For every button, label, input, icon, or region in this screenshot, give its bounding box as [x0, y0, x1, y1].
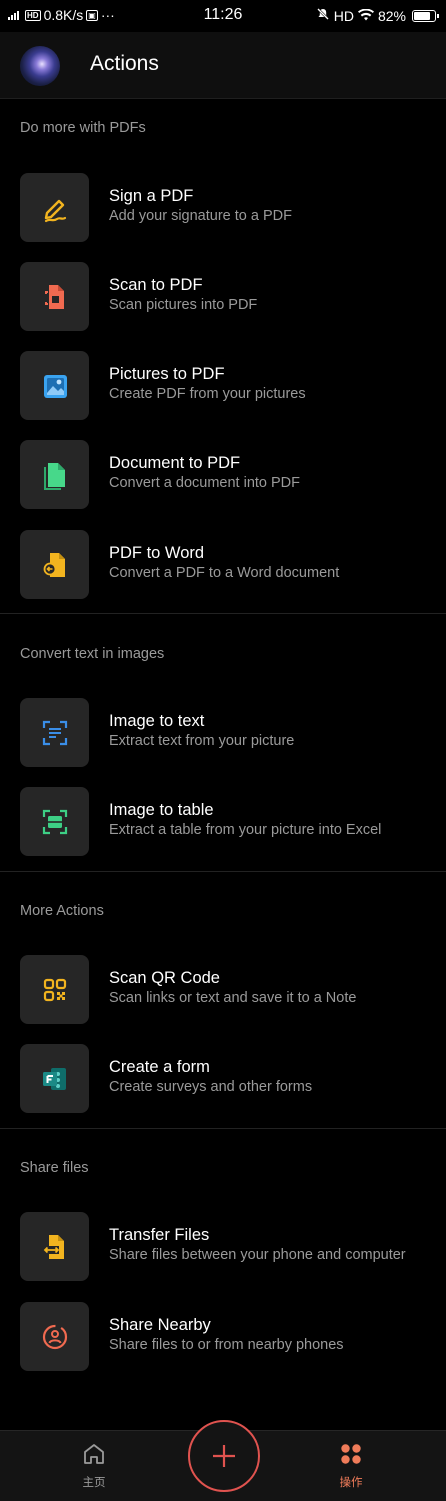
create-form-button[interactable]: Create a form Create surveys and other f…: [0, 1044, 446, 1114]
pdf-to-word-button[interactable]: PDF to Word Convert a PDF to a Word docu…: [0, 530, 446, 600]
icon-tile: [20, 1212, 89, 1281]
icon-tile: [20, 262, 89, 331]
item-subtitle: Share files to or from nearby phones: [109, 1337, 344, 1353]
qr-code-icon: [43, 978, 66, 1001]
item-subtitle: Convert a PDF to a Word document: [109, 565, 340, 581]
section-divider: [0, 1128, 446, 1129]
item-title: Pictures to PDF: [109, 365, 225, 383]
document-icon: [43, 462, 65, 490]
icon-tile: [20, 787, 89, 856]
nav-home-label: 主页: [82, 1477, 106, 1489]
picture-icon: [43, 374, 67, 398]
icon-tile: [20, 1044, 89, 1113]
section-label-more-actions: More Actions: [20, 903, 104, 919]
share-nearby-icon: [42, 1324, 67, 1349]
image-table-scan-icon: [42, 809, 67, 834]
item-title: Transfer Files: [109, 1226, 210, 1244]
create-fab-button[interactable]: [188, 1420, 260, 1492]
item-title: Scan to PDF: [109, 276, 203, 294]
item-subtitle: Add your signature to a PDF: [109, 208, 292, 224]
item-subtitle: Extract text from your picture: [109, 733, 295, 749]
item-subtitle: Extract a table from your picture into E…: [109, 822, 382, 838]
item-title: Share Nearby: [109, 1316, 211, 1334]
transfer-files-icon: [43, 1234, 64, 1259]
pictures-to-pdf-button[interactable]: Pictures to PDF Create PDF from your pic…: [0, 351, 446, 421]
item-subtitle: Share files between your phone and compu…: [109, 1247, 406, 1263]
section-label-share-files: Share files: [20, 1160, 89, 1176]
item-subtitle: Create surveys and other forms: [109, 1079, 313, 1095]
image-to-table-button[interactable]: Image to table Extract a table from your…: [0, 787, 446, 857]
nav-actions-label: 操作: [339, 1477, 363, 1489]
scan-to-pdf-button[interactable]: Scan to PDF Scan pictures into PDF: [0, 262, 446, 332]
item-subtitle: Convert a document into PDF: [109, 475, 301, 491]
mute-icon: [316, 7, 330, 24]
nav-actions-tab[interactable]: 操作: [321, 1441, 381, 1490]
hd-label: HD: [333, 7, 354, 24]
forms-icon: [42, 1067, 66, 1090]
icon-tile: [20, 173, 89, 242]
signature-pen-icon: [44, 199, 66, 222]
status-right: HD 82%: [316, 7, 439, 24]
icon-tile: [20, 530, 89, 599]
home-icon: [84, 1444, 104, 1464]
battery-percent: 82%: [377, 7, 406, 24]
image-to-text-button[interactable]: Image to text Extract text from your pic…: [0, 698, 446, 768]
icon-tile: [20, 955, 89, 1024]
item-title: Image to table: [109, 801, 214, 819]
icon-tile: [20, 440, 89, 509]
icon-tile: [20, 698, 89, 767]
item-title: Scan QR Code: [109, 969, 220, 987]
section-label-images: Convert text in images: [20, 646, 165, 662]
item-subtitle: Scan links or text and save it to a Note: [109, 990, 357, 1006]
share-nearby-button[interactable]: Share Nearby Share files to or from near…: [0, 1302, 446, 1372]
scan-document-icon: [44, 284, 64, 309]
item-title: PDF to Word: [109, 544, 205, 562]
image-text-scan-icon: [42, 720, 67, 745]
app-header: Actions: [0, 32, 446, 99]
section-label-pdfs: Do more with PDFs: [20, 120, 146, 136]
section-divider: [0, 613, 446, 614]
item-subtitle: Create PDF from your pictures: [109, 386, 306, 402]
item-title: Create a form: [109, 1058, 210, 1076]
wifi-icon: [357, 8, 374, 24]
scan-qr-code-button[interactable]: Scan QR Code Scan links or text and save…: [0, 955, 446, 1025]
nav-home-tab[interactable]: 主页: [64, 1441, 124, 1490]
page-title: Actions: [90, 52, 159, 75]
actions-grid-icon: [341, 1444, 361, 1464]
item-title: Document to PDF: [109, 454, 241, 472]
plus-icon: [213, 1445, 235, 1467]
item-subtitle: Scan pictures into PDF: [109, 297, 258, 313]
sign-pdf-button[interactable]: Sign a PDF Add your signature to a PDF: [0, 173, 446, 243]
pdf-to-word-icon: [43, 552, 65, 577]
section-divider: [0, 871, 446, 872]
avatar[interactable]: [20, 46, 60, 86]
item-title: Sign a PDF: [109, 187, 194, 205]
item-title: Image to text: [109, 712, 205, 730]
transfer-files-button[interactable]: Transfer Files Share files between your …: [0, 1212, 446, 1282]
battery-icon: [412, 9, 439, 22]
document-to-pdf-button[interactable]: Document to PDF Convert a document into …: [0, 440, 446, 510]
status-bar: HD 0.8K/s ▣ ··· 11:26 HD 82%: [0, 0, 446, 32]
icon-tile: [20, 351, 89, 420]
icon-tile: [20, 1302, 89, 1371]
